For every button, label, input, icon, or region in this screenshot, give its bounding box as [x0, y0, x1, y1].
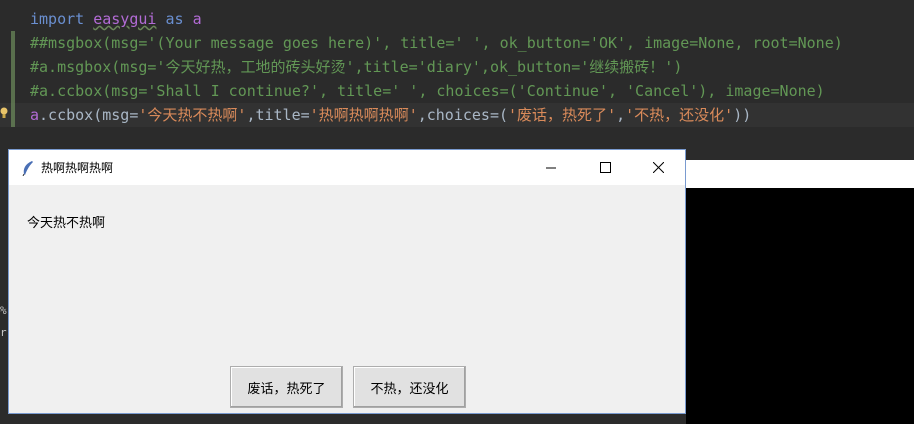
- module-alias: a: [192, 10, 202, 28]
- choice2-string: '不热，还没化': [625, 106, 734, 124]
- choice1-string: '废话，热死了': [508, 106, 617, 124]
- close-button[interactable]: [635, 150, 681, 185]
- dialog-message: 今天热不热啊: [27, 216, 106, 231]
- dialog-titlebar[interactable]: 热啊热啊热啊: [9, 150, 685, 185]
- code-line-2[interactable]: ##msgbox(msg='(Your message goes here)',…: [30, 31, 843, 55]
- choices-kw: ,choices=(: [417, 106, 509, 124]
- dialog-title: 热啊热啊热啊: [41, 161, 114, 175]
- keyword-as: as: [165, 10, 184, 28]
- call-open: .ccbox(msg=: [39, 106, 139, 124]
- ccbox-dialog: 热啊热啊热啊 今天热不热啊 废话，热死了 不热，还没化: [8, 149, 686, 414]
- close-icon: [652, 162, 664, 173]
- call-object: a: [30, 106, 40, 124]
- code-line-4[interactable]: #a.ccbox(msg='Shall I continue?', title=…: [30, 79, 825, 103]
- code-line-5[interactable]: a.ccbox(msg='今天热不热啊',title='热啊热啊热啊',choi…: [30, 103, 751, 127]
- maximize-icon: [599, 162, 611, 173]
- code-editor[interactable]: import easygui as a ##msgbox(msg='(Your …: [0, 0, 914, 160]
- vcs-change-marker: [11, 31, 15, 127]
- lightbulb-icon[interactable]: [0, 107, 8, 120]
- module-name: easygui: [93, 10, 157, 28]
- feather-icon: [22, 161, 33, 176]
- title-string: '热啊热啊热啊': [309, 106, 418, 124]
- minimize-icon: [546, 167, 556, 168]
- msg-string: '今天热不热啊': [138, 106, 247, 124]
- terminal-left-chars: % r: [0, 304, 7, 339]
- maximize-button[interactable]: [582, 150, 628, 185]
- keyword-import: import: [30, 10, 85, 28]
- terminal-output[interactable]: [686, 188, 914, 424]
- minimize-button[interactable]: [528, 150, 574, 185]
- code-line-3[interactable]: #a.msgbox(msg='今天好热，工地的砖头好烫',title='diar…: [30, 55, 682, 79]
- comma: ,: [616, 106, 626, 124]
- code-line-1[interactable]: import easygui as a: [30, 7, 202, 31]
- terminal-header: [686, 160, 914, 188]
- choice-button-1[interactable]: 废话，热死了: [230, 366, 343, 408]
- choice-button-2[interactable]: 不热，还没化: [353, 366, 466, 408]
- call-close: )): [733, 106, 752, 124]
- title-kw: ,title=: [246, 106, 310, 124]
